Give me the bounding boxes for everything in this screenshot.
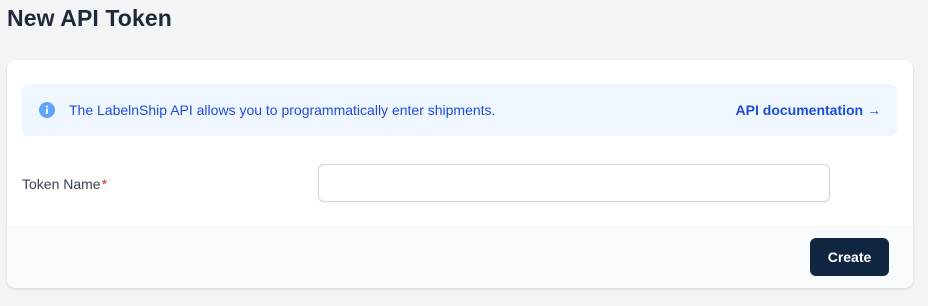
api-documentation-link[interactable]: API documentation → xyxy=(736,101,881,119)
page-title: New API Token xyxy=(7,5,172,31)
info-banner: The LabelnShip API allows you to program… xyxy=(22,84,897,136)
token-name-label: Token Name* xyxy=(22,175,107,193)
token-name-label-text: Token Name xyxy=(22,176,101,192)
card-footer: Create xyxy=(7,225,913,288)
info-circle-icon xyxy=(39,102,55,118)
new-token-card: The LabelnShip API allows you to program… xyxy=(7,60,913,288)
required-marker: * xyxy=(101,176,108,192)
create-button[interactable]: Create xyxy=(810,238,889,276)
info-banner-message: The LabelnShip API allows you to program… xyxy=(69,102,496,118)
token-name-input[interactable] xyxy=(318,164,830,202)
